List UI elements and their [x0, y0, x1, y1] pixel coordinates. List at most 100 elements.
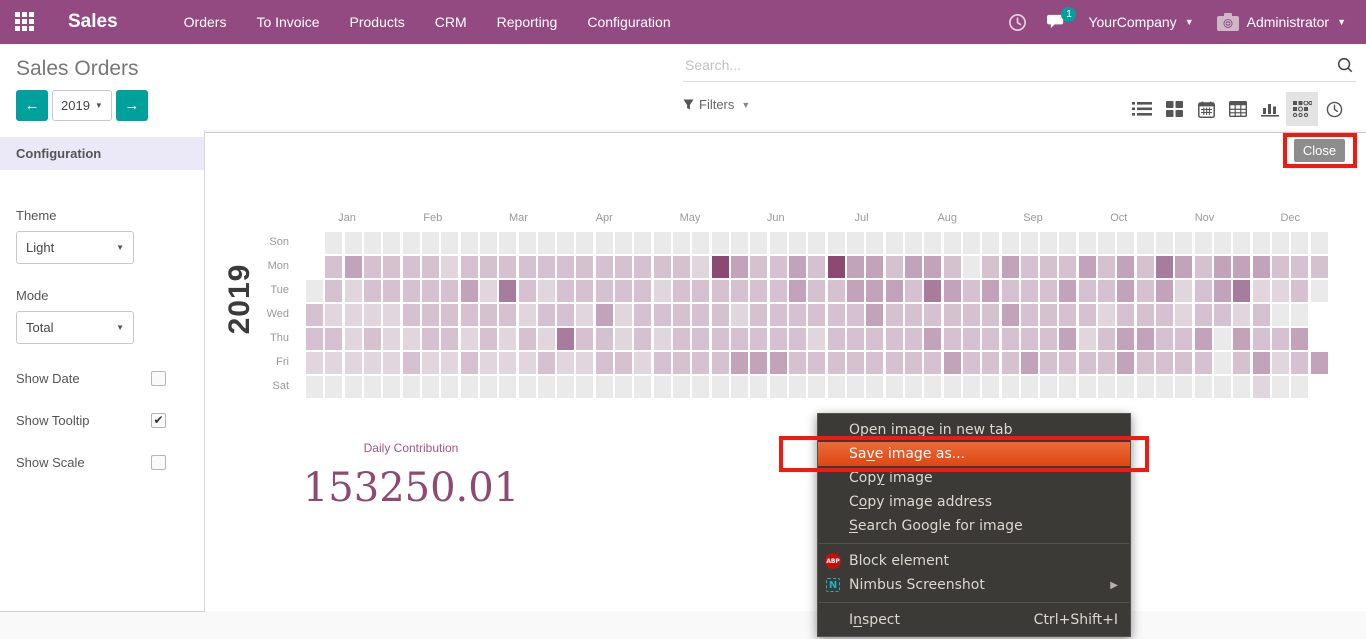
- menu-item-copy-image[interactable]: Copy image: [818, 466, 1130, 490]
- nav-item-products[interactable]: Products: [339, 8, 416, 36]
- menu-separator: [819, 543, 1129, 544]
- app-title[interactable]: Sales: [68, 11, 118, 33]
- heatmap-cell: [1214, 328, 1231, 350]
- calendar-view-icon[interactable]: [1190, 92, 1222, 126]
- heatmap-cell: [576, 232, 593, 254]
- nav-menu: OrdersTo Invoice Products CRM ReportingConf…: [173, 8, 682, 36]
- heatmap-cell: [345, 280, 362, 302]
- heatmap-cell: [538, 280, 555, 302]
- heatmap-cell: [770, 304, 787, 326]
- month-label: Jan: [338, 212, 356, 224]
- theme-select[interactable]: Light▼: [16, 231, 134, 264]
- config-sidebar: Configuration Theme Light▼ Mode Total▼ S…: [0, 130, 205, 612]
- menu-item-inspect[interactable]: InspectCtrl+Shift+I: [818, 608, 1130, 632]
- heatmap-cell: [1137, 280, 1154, 302]
- chevron-down-icon: ▼: [116, 243, 124, 252]
- heatmap-cell: [403, 376, 420, 398]
- heatmap-cell: [1253, 232, 1270, 254]
- month-label: Jul: [854, 212, 868, 224]
- sidebar-header: Configuration: [0, 137, 204, 170]
- heatmap-cell: [383, 352, 400, 374]
- heatmap-cell: [866, 352, 883, 374]
- heatmap-cell: [828, 304, 845, 326]
- kanban-view-icon[interactable]: [1158, 92, 1190, 126]
- heatmap-cell: [1291, 352, 1308, 374]
- activity-clock-icon[interactable]: [1002, 7, 1032, 37]
- checkbox-show-scale[interactable]: [151, 455, 166, 470]
- heatmap-cell: [1059, 376, 1076, 398]
- heatmap-cell: [615, 256, 632, 278]
- year-select[interactable]: 2019▼: [52, 90, 112, 121]
- nav-item-orders[interactable]: Orders: [173, 8, 238, 36]
- heatmap-cell: [519, 376, 536, 398]
- heatmap-cell: [1253, 256, 1270, 278]
- avatar: [1216, 12, 1241, 33]
- apps-grid-icon[interactable]: [15, 12, 35, 32]
- heatmap-cell: [480, 304, 497, 326]
- mode-select[interactable]: Total▼: [16, 311, 134, 344]
- next-year-button[interactable]: →: [116, 90, 148, 121]
- checkbox-show-date[interactable]: [151, 371, 166, 386]
- heatmap-cell: [345, 256, 362, 278]
- heatmap-cell: [1040, 256, 1057, 278]
- heatmap-cell: [403, 304, 420, 326]
- heatmap-cell: [1272, 352, 1289, 374]
- heatmap-cell: [654, 232, 671, 254]
- day-label: Thu: [247, 332, 289, 344]
- heatmap-cell: [1021, 232, 1038, 254]
- search-input[interactable]: [683, 52, 1313, 78]
- menu-item-search-google-for-image[interactable]: Search Google for image: [818, 514, 1130, 538]
- heatmap-cell: [673, 352, 690, 374]
- heatmap-cell: [1214, 256, 1231, 278]
- heatmap-cell: [576, 376, 593, 398]
- heatmap-cell: [905, 280, 922, 302]
- previous-year-button[interactable]: ←: [16, 90, 48, 121]
- heatmap-cell: [982, 352, 999, 374]
- filters-dropdown[interactable]: Filters ▼: [683, 97, 750, 112]
- heatmap-cell: [557, 256, 574, 278]
- graph-view-icon[interactable]: [1254, 92, 1286, 126]
- list-view-icon[interactable]: [1126, 92, 1158, 126]
- heatmap-cell: [963, 376, 980, 398]
- activity-view-icon[interactable]: [1318, 92, 1350, 126]
- heatmap-cell: [422, 352, 439, 374]
- menu-item-block-element[interactable]: ABPBlock element: [818, 549, 1130, 573]
- nav-item-reporting[interactable]: Reporting: [486, 8, 569, 36]
- heatmap-cell: [1098, 256, 1115, 278]
- user-menu[interactable]: Administrator▼: [1210, 8, 1352, 37]
- messages-icon[interactable]: 1: [1042, 7, 1072, 37]
- heatmap-cell: [1137, 328, 1154, 350]
- heatmap-cell: [1272, 328, 1289, 350]
- heatmap-cell: [1002, 232, 1019, 254]
- heatmap-cell: [364, 304, 381, 326]
- menu-item-nimbus-screenshot[interactable]: NNimbus Screenshot▶: [818, 573, 1130, 597]
- heatmap-cell: [403, 352, 420, 374]
- day-label: Mon: [247, 260, 289, 272]
- nav-item-configuration[interactable]: Configuration: [576, 8, 681, 36]
- menu-item-open-image-in-new-tab[interactable]: Open image in new tab: [818, 418, 1130, 442]
- heatmap-view-icon[interactable]: [1286, 92, 1318, 126]
- menu-item-label: Save image as...: [849, 446, 965, 462]
- nav-item-to-invoice[interactable]: To Invoice: [245, 8, 330, 36]
- day-label: Tue: [247, 284, 289, 296]
- search-icon[interactable]: [1336, 56, 1354, 79]
- heatmap-cell: [692, 376, 709, 398]
- heatmap-cell: [441, 232, 458, 254]
- checkbox-show-tooltip[interactable]: ✔: [151, 413, 166, 428]
- menu-item-copy-image-address[interactable]: Copy image address: [818, 490, 1130, 514]
- day-label: Wed: [247, 308, 289, 320]
- heatmap-cell: [750, 352, 767, 374]
- heatmap-cell: [576, 304, 593, 326]
- pivot-view-icon[interactable]: [1222, 92, 1254, 126]
- heatmap-cell: [1214, 352, 1231, 374]
- heatmap-cell: [441, 304, 458, 326]
- toggle-label: Show Scale: [16, 455, 85, 470]
- company-switcher[interactable]: YourCompany▼: [1082, 10, 1199, 34]
- heatmap-cell: [1175, 256, 1192, 278]
- nav-item-crm[interactable]: CRM: [424, 8, 478, 36]
- close-button[interactable]: Close: [1294, 139, 1345, 162]
- heatmap-cell: [673, 232, 690, 254]
- menu-item-save-image-as[interactable]: Save image as...: [818, 442, 1130, 466]
- heatmap-cell: [634, 280, 651, 302]
- heatmap-cell: [596, 304, 613, 326]
